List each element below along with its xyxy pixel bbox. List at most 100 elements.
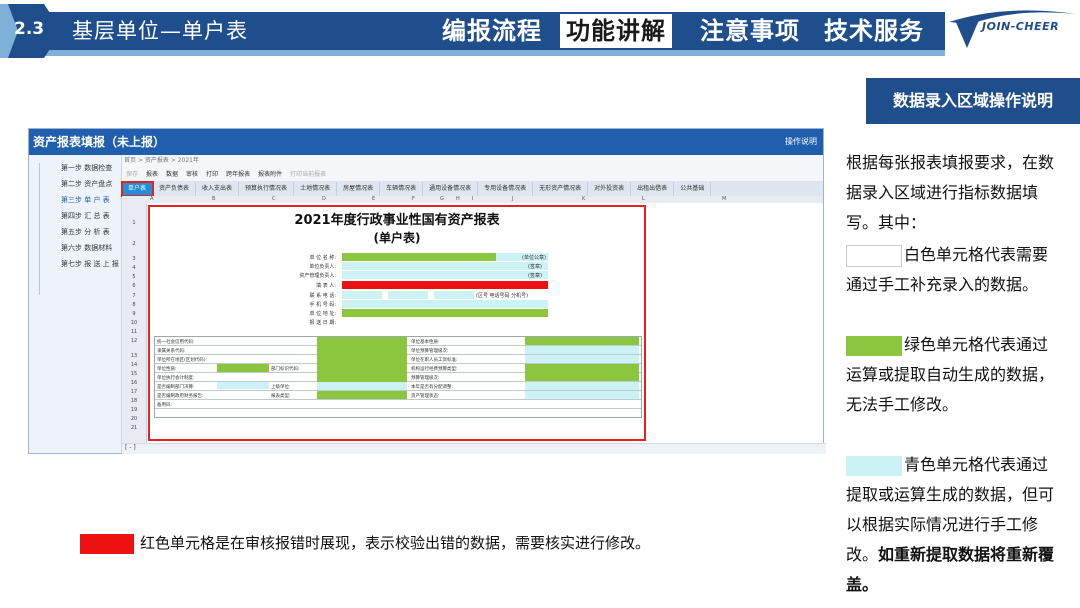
green-line-3: 无法手工修改。 — [846, 395, 959, 414]
row-number: 11 — [130, 329, 138, 335]
tab-support[interactable]: 技术服务 — [818, 14, 930, 48]
toolbar-crossyear-button[interactable]: 跨年报表 — [226, 169, 250, 178]
sheet-tab-single[interactable]: 单户表 — [120, 181, 155, 197]
field-label: 单 位 地 址: — [309, 311, 336, 317]
field-label: 手 机 号 码: — [309, 302, 336, 308]
column-header: A B C D E F G H I J K L M — [122, 196, 823, 203]
help-link[interactable]: 操作说明 — [785, 129, 817, 155]
toolbar-print-button[interactable]: 打印 — [206, 169, 218, 178]
cyan-right-cell[interactable] — [525, 382, 639, 390]
green-mid-cell[interactable] — [317, 391, 407, 399]
sidebar-item-analysis[interactable]: 第五步 分 析 表 — [61, 227, 110, 237]
note-sign-1: (签章) — [528, 264, 542, 270]
sheet-tab[interactable]: 无形资产情况表 — [533, 182, 589, 196]
row-number: 17 — [130, 389, 138, 395]
cyan-line-5: 盖。 — [846, 575, 879, 594]
unit-head-cell[interactable] — [342, 262, 548, 270]
grid-label: 资产管理状态: — [411, 394, 440, 399]
report-main-area: 首页 > 资产报表 > 2021年 保存 报表 数据 审核 打印 跨年报表 报表… — [120, 155, 826, 454]
sheet-tab[interactable]: 专用设备情况表 — [478, 182, 534, 196]
unit-type-cell[interactable] — [217, 364, 269, 372]
row-number: 10 — [130, 320, 138, 326]
field-label: 报 送 日 期: — [309, 320, 336, 326]
column-letter: E — [372, 196, 376, 202]
grid-label: 报表类型: — [271, 394, 291, 399]
cyan-right-cell[interactable] — [525, 355, 639, 363]
info-grid: 统一社会信用代码: 隶属关系代码: 单位所在地区(区划代码): 单位性质: 单位… — [154, 336, 642, 418]
grid-label: 部门标识代码: — [271, 367, 300, 372]
mobile-cell[interactable] — [342, 300, 548, 308]
toolbar-report-button[interactable]: 报表 — [146, 169, 158, 178]
toolbar-save-button[interactable]: 保存 — [126, 169, 138, 178]
sidebar-item-asset-inventory[interactable]: 第二步 资产盘点 — [61, 179, 112, 189]
white-swatch — [846, 244, 902, 267]
sidebar-item-materials[interactable]: 第六步 数据材料 — [61, 243, 112, 253]
tab-features[interactable]: 功能讲解 — [560, 14, 672, 48]
field-label: 联 系 电 话: — [309, 293, 336, 299]
header-accent-strip — [0, 50, 945, 56]
row-number: 16 — [130, 380, 138, 386]
row-number: 4 — [132, 265, 136, 271]
sheet-tab[interactable]: 通用设备情况表 — [423, 182, 479, 196]
cyan-right-cell[interactable] — [525, 346, 639, 354]
cyan-right-cell[interactable] — [525, 391, 639, 399]
cyan-line-1: 青色单元格代表通过 — [904, 455, 1049, 474]
grid-label: 单位基本性质: — [411, 340, 440, 345]
grid-label: 备用码: — [157, 403, 173, 408]
asset-manager-cell[interactable] — [342, 271, 548, 279]
address-cell[interactable] — [342, 309, 548, 317]
cyan-line-2: 提取或运算生成的数据，但可 — [846, 485, 1055, 504]
note-sign-2: (签章) — [528, 273, 542, 279]
phone-number-cell[interactable] — [388, 291, 428, 299]
field-label: 填 表 人: — [316, 283, 336, 289]
grid-label: 单位执行会计制度: — [157, 376, 195, 381]
sheet-tab[interactable]: 对外投资表 — [588, 182, 632, 196]
data-entry-area: 2021年度行政事业性国有资产报表 (单户表) 单 位 名 称: (单位公章) … — [148, 205, 646, 441]
intro-line-1: 根据每张报表填报要求，在数 — [846, 153, 1055, 172]
sidebar-item-submit[interactable]: 第七步 报 送 上 报 — [61, 259, 119, 269]
phone-area-cell[interactable] — [342, 291, 382, 299]
sheet-tab[interactable]: 房屋情况表 — [337, 182, 381, 196]
column-letter: J — [512, 196, 514, 202]
row-number: 9 — [132, 311, 136, 317]
grid-line — [155, 408, 641, 409]
sheet-tab[interactable]: 收入支出表 — [196, 182, 240, 196]
unit-name-cell[interactable] — [342, 253, 496, 261]
sidebar: 第一步 数据检查 第二步 资产盘点 第三步 单 户 表 第四步 汇 总 表 第五… — [29, 155, 122, 453]
sidebar-item-data-check[interactable]: 第一步 数据检查 — [61, 163, 112, 173]
field-label: 单 位 名 称: — [309, 255, 336, 261]
row-number: 14 — [130, 362, 138, 368]
cyan-mid-cell[interactable] — [317, 382, 407, 390]
sidebar-item-summary[interactable]: 第四步 汇 总 表 — [61, 211, 110, 221]
toolbar: 保存 报表 数据 审核 打印 跨年报表 报表附件 打印当前报表 — [122, 165, 823, 182]
column-letter: D — [322, 196, 326, 202]
row-number: 7 — [132, 293, 136, 299]
tab-process[interactable]: 编报流程 — [436, 14, 548, 48]
sheet-tab[interactable]: 资产负债表 — [153, 182, 197, 196]
app-title-bar: 资产报表填报（未上报） 操作说明 — [29, 129, 823, 155]
row-number: 12 — [130, 338, 138, 344]
green-line-1: 绿色单元格代表通过 — [904, 335, 1049, 354]
sheet-tab[interactable]: 车辆情况表 — [380, 182, 424, 196]
toolbar-data-button[interactable]: 数据 — [166, 169, 178, 178]
sheet-tab[interactable]: 出租出借表 — [631, 182, 675, 196]
sheet-tab[interactable]: 预算执行情况表 — [239, 182, 295, 196]
status-bar: [ - ] — [122, 443, 826, 454]
toolbar-attachment-button[interactable]: 报表附件 — [258, 169, 282, 178]
dept-cell[interactable] — [217, 382, 269, 389]
grid-label: 单位在职人员工资标准: — [411, 358, 458, 363]
green-right-cell[interactable] — [525, 364, 639, 381]
row-number: 1 — [132, 220, 136, 226]
sheet-tab[interactable]: 公共基础 — [674, 182, 712, 196]
sidebar-tree-line — [39, 163, 40, 295]
cyan-legend: 青色单元格代表通过 提取或运算生成的数据，但可 以根据实际情况进行手工修 改。如… — [846, 450, 1054, 600]
phone-ext-cell[interactable] — [434, 291, 474, 299]
sheet-tab[interactable]: 土地情况表 — [294, 182, 338, 196]
toolbar-print-current-button[interactable]: 打印当前报表 — [290, 169, 326, 178]
tab-notes[interactable]: 注意事项 — [694, 14, 806, 48]
filler-error-cell[interactable] — [342, 281, 548, 289]
column-letter: L — [642, 196, 645, 202]
sidebar-item-single-report[interactable]: 第三步 单 户 表 — [61, 195, 110, 205]
toolbar-audit-button[interactable]: 审核 — [186, 169, 198, 178]
green-right-cell[interactable] — [525, 337, 639, 345]
